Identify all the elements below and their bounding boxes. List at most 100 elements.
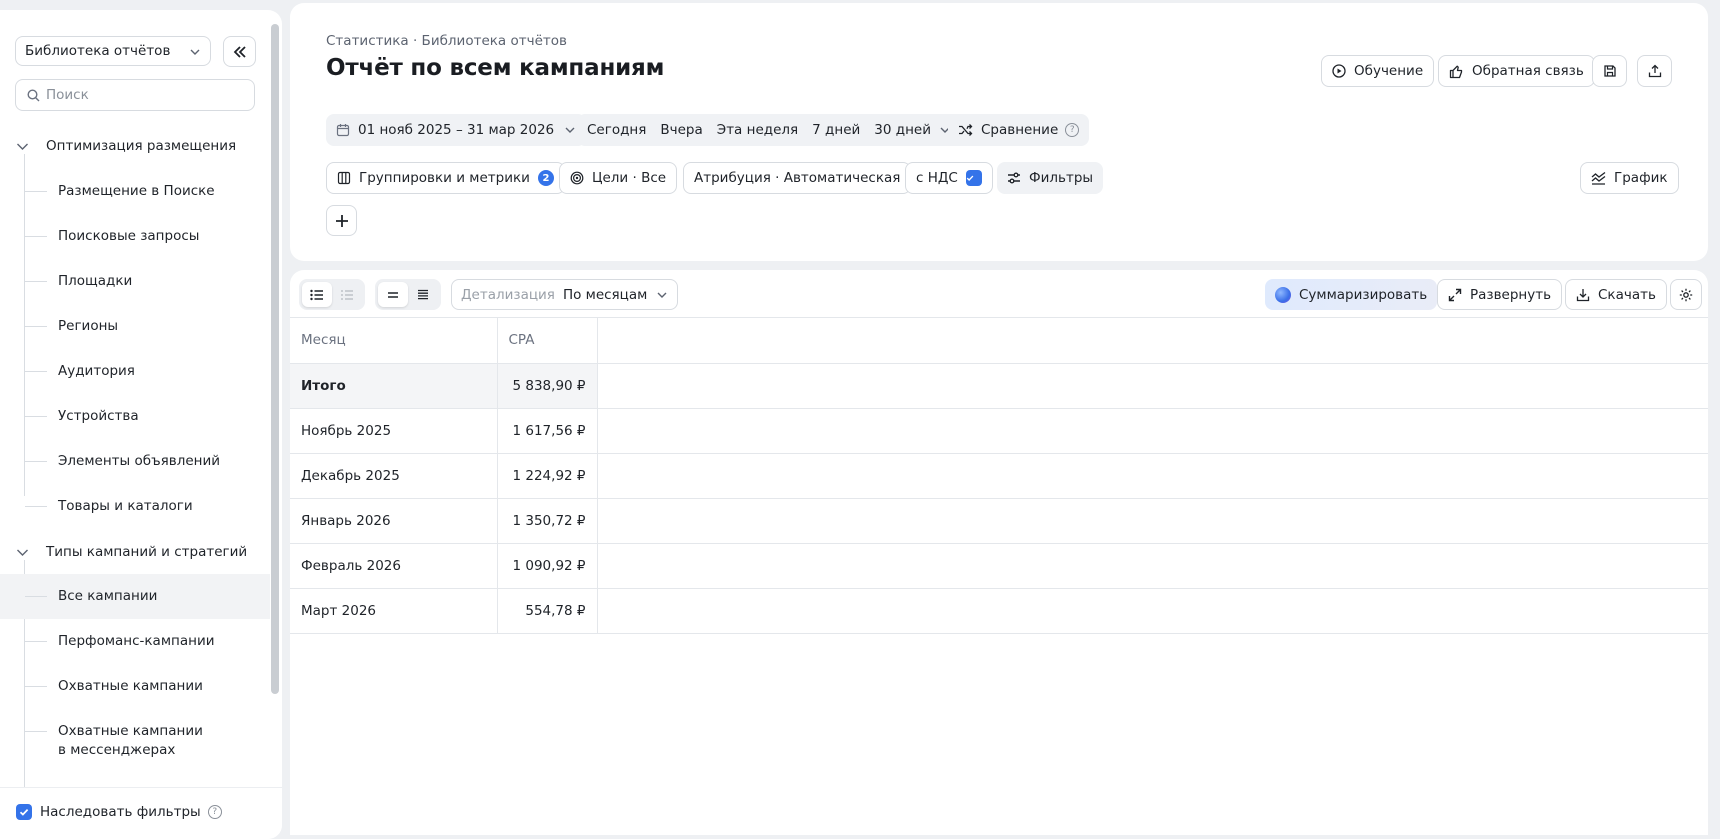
tree-item-label: Охватные кампании (58, 678, 203, 694)
column-header-month[interactable]: Месяц (290, 318, 498, 364)
add-button[interactable] (326, 205, 357, 236)
total-cpa: 5 838,90 ₽ (497, 363, 598, 409)
cpa-cell: 554,78 ₽ (497, 588, 598, 634)
tree-item-label: Охватные кампании в мессенджерах (58, 722, 203, 760)
table-cell-empty (597, 498, 1708, 544)
date-range-picker[interactable]: 01 нояб 2025 – 31 мар 2026 (326, 114, 587, 146)
tree-item-performance-campaigns[interactable]: Перфоманс-кампании (0, 619, 270, 664)
breadcrumb[interactable]: Статистика · Библиотека отчётов (326, 33, 567, 49)
period-7-days[interactable]: 7 дней (812, 122, 860, 138)
groupings-count-badge: 2 (537, 170, 554, 186)
detailing-value: По месяцам (562, 286, 648, 303)
table-header-row: Месяц CPA (290, 318, 1708, 364)
feedback-label: Обратная связь (1472, 63, 1584, 79)
sidebar-scrollbar[interactable] (271, 24, 279, 694)
tree-group-label: Типы кампаний и стратегий (46, 544, 248, 560)
tree-item-products-catalogs[interactable]: Товары и каталоги (0, 484, 270, 529)
tree-item-label: Площадки (58, 273, 133, 289)
density-normal-button[interactable] (378, 282, 408, 307)
chart-button[interactable]: График (1580, 162, 1679, 194)
tree-group-label: Оптимизация размещения (46, 138, 237, 154)
tree-item-search-placement[interactable]: Размещение в Поиске (0, 169, 270, 214)
tree-item-search-queries[interactable]: Поисковые запросы (0, 214, 270, 259)
download-button[interactable]: Скачать (1565, 279, 1667, 310)
sidebar: Библиотека отчётов Оптимизация размещени… (0, 10, 282, 839)
date-range-value: 01 нояб 2025 – 31 мар 2026 (358, 122, 555, 138)
period-today[interactable]: Сегодня (587, 122, 646, 138)
table-row: Январь 2026 1 350,72 ₽ (290, 498, 1708, 544)
goals-button[interactable]: Цели · Все (559, 162, 678, 194)
table-row: Декабрь 2025 1 224,92 ₽ (290, 453, 1708, 499)
tree-item-label-line2: в мессенджерах (58, 742, 176, 758)
save-button[interactable] (1592, 55, 1627, 87)
list-detailed-icon (341, 289, 353, 300)
list-view-button[interactable] (302, 282, 332, 307)
detailing-select[interactable]: Детализация По месяцам (451, 279, 679, 310)
summarize-button[interactable]: Суммаризировать (1265, 279, 1438, 310)
sliders-icon (1008, 172, 1020, 184)
expand-button[interactable]: Развернуть (1437, 279, 1563, 310)
vat-label: с НДС (916, 170, 958, 186)
period-yesterday[interactable]: Вчера (660, 122, 702, 138)
density-compact-button[interactable] (408, 282, 438, 307)
save-icon (1603, 65, 1616, 77)
feedback-button[interactable]: Обратная связь (1438, 55, 1595, 87)
chevron-down-icon (565, 127, 575, 133)
library-select[interactable]: Библиотека отчётов (15, 36, 211, 66)
thumbs-up-icon (1449, 65, 1463, 78)
inherit-filters-checkbox[interactable]: Наследовать фильтры ? (16, 804, 222, 820)
filters-button[interactable]: Фильтры (997, 162, 1104, 194)
ai-sparkle-icon (1275, 286, 1291, 303)
chart-label: График (1614, 170, 1668, 186)
learning-button[interactable]: Обучение (1321, 55, 1435, 87)
period-presets: Сегодня Вчера Эта неделя 7 дней 30 дней (577, 114, 961, 146)
tree-item-messenger-reach-campaigns[interactable]: Охватные кампании в мессенджерах (0, 709, 270, 771)
tree-item-reach-campaigns[interactable]: Охватные кампании (0, 664, 270, 709)
search-field[interactable] (15, 79, 255, 111)
plus-icon (335, 214, 348, 227)
share-button[interactable] (1637, 55, 1672, 87)
tree-item-sites[interactable]: Площадки (0, 259, 270, 304)
tree-item-label-line1: Охватные кампании (58, 723, 203, 739)
comparison-button[interactable]: Сравнение ? (948, 114, 1090, 146)
column-header-cpa[interactable]: CPA (497, 318, 598, 364)
filters-label: Фильтры (1029, 170, 1094, 186)
search-icon (27, 89, 40, 102)
tree-item-label: Размещение в Поиске (58, 183, 215, 199)
tree-item-devices[interactable]: Устройства (0, 394, 270, 439)
tree-item-ad-elements[interactable]: Элементы объявлений (0, 439, 270, 484)
period-this-week[interactable]: Эта неделя (717, 122, 798, 138)
tree-item-regions[interactable]: Регионы (0, 304, 270, 349)
checkbox-checked-icon (16, 804, 32, 820)
attribution-button[interactable]: Атрибуция · Автоматическая (683, 162, 912, 194)
month-cell: Февраль 2026 (290, 543, 498, 589)
goals-label: Цели · Все (592, 170, 667, 186)
comparison-label: Сравнение (981, 122, 1059, 138)
page-title: Отчёт по всем кампаниям (326, 55, 665, 81)
help-icon[interactable]: ? (1065, 123, 1080, 137)
search-input[interactable] (46, 87, 236, 103)
tree-item-label: Поисковые запросы (58, 228, 200, 244)
compact-list-view-button[interactable] (332, 282, 362, 307)
tree-item-audience[interactable]: Аудитория (0, 349, 270, 394)
tree-item-label: Устройства (58, 408, 139, 424)
table-settings-button[interactable] (1670, 279, 1702, 310)
tree-group-optimization[interactable]: Оптимизация размещения (0, 126, 270, 166)
checkbox-checked-icon (965, 170, 982, 186)
table-cell-empty (597, 408, 1708, 454)
expand-icon (1448, 288, 1462, 301)
cpa-cell: 1 617,56 ₽ (497, 408, 598, 454)
table-cell-empty (597, 588, 1708, 634)
tree-item-all-campaigns[interactable]: Все кампании (0, 574, 270, 619)
help-icon[interactable]: ? (207, 805, 222, 819)
vat-toggle[interactable]: с НДС (905, 162, 993, 194)
column-header-empty (597, 318, 1708, 364)
table-cell-empty (597, 453, 1708, 499)
view-mode-switch (299, 279, 365, 310)
inherit-filters-label: Наследовать фильтры (40, 804, 201, 820)
list-icon (310, 289, 323, 300)
tree-group-campaign-types[interactable]: Типы кампаний и стратегий (0, 532, 270, 572)
groupings-metrics-button[interactable]: Группировки и метрики 2 (326, 162, 565, 194)
collapse-sidebar-button[interactable] (223, 36, 256, 67)
period-30-days[interactable]: 30 дней (874, 122, 931, 138)
